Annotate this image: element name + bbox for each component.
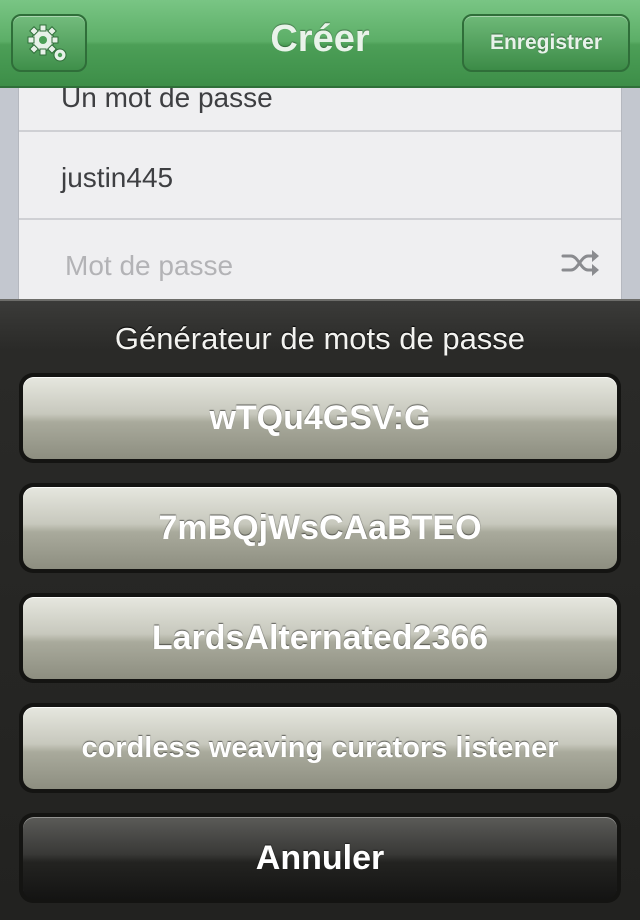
- sheet-title: Générateur de mots de passe: [114, 321, 526, 356]
- option-label: cordless weaving curators listener: [23, 707, 617, 789]
- form-row-password[interactable]: Mot de passe: [19, 220, 621, 308]
- username-field-value: justin445: [61, 162, 174, 193]
- generated-password-option-4[interactable]: cordless weaving curators listener: [19, 703, 621, 793]
- generated-password-option-3[interactable]: LardsAlternated2366: [19, 593, 621, 683]
- app-screen: Créer Enregistrer Un mot de passe justin…: [0, 0, 640, 920]
- cancel-button[interactable]: Annuler: [19, 813, 621, 903]
- password-field-placeholder: Mot de passe: [65, 250, 234, 281]
- form-row-username[interactable]: justin445: [19, 132, 621, 220]
- cancel-label: Annuler: [23, 817, 617, 899]
- password-generator-sheet: Générateur de mots de passe wTQu4GSV:G 7…: [0, 299, 640, 920]
- generated-password-option-1[interactable]: wTQu4GSV:G: [19, 373, 621, 463]
- shuffle-icon[interactable]: [561, 248, 601, 278]
- option-label: wTQu4GSV:G: [23, 377, 617, 459]
- navigation-bar: Créer Enregistrer: [0, 0, 640, 88]
- option-label: 7mBQjWsCAaBTEO: [23, 487, 617, 569]
- generated-password-option-2[interactable]: 7mBQjWsCAaBTEO: [19, 483, 621, 573]
- save-button[interactable]: Enregistrer: [462, 14, 630, 72]
- option-label: LardsAlternated2366: [23, 597, 617, 679]
